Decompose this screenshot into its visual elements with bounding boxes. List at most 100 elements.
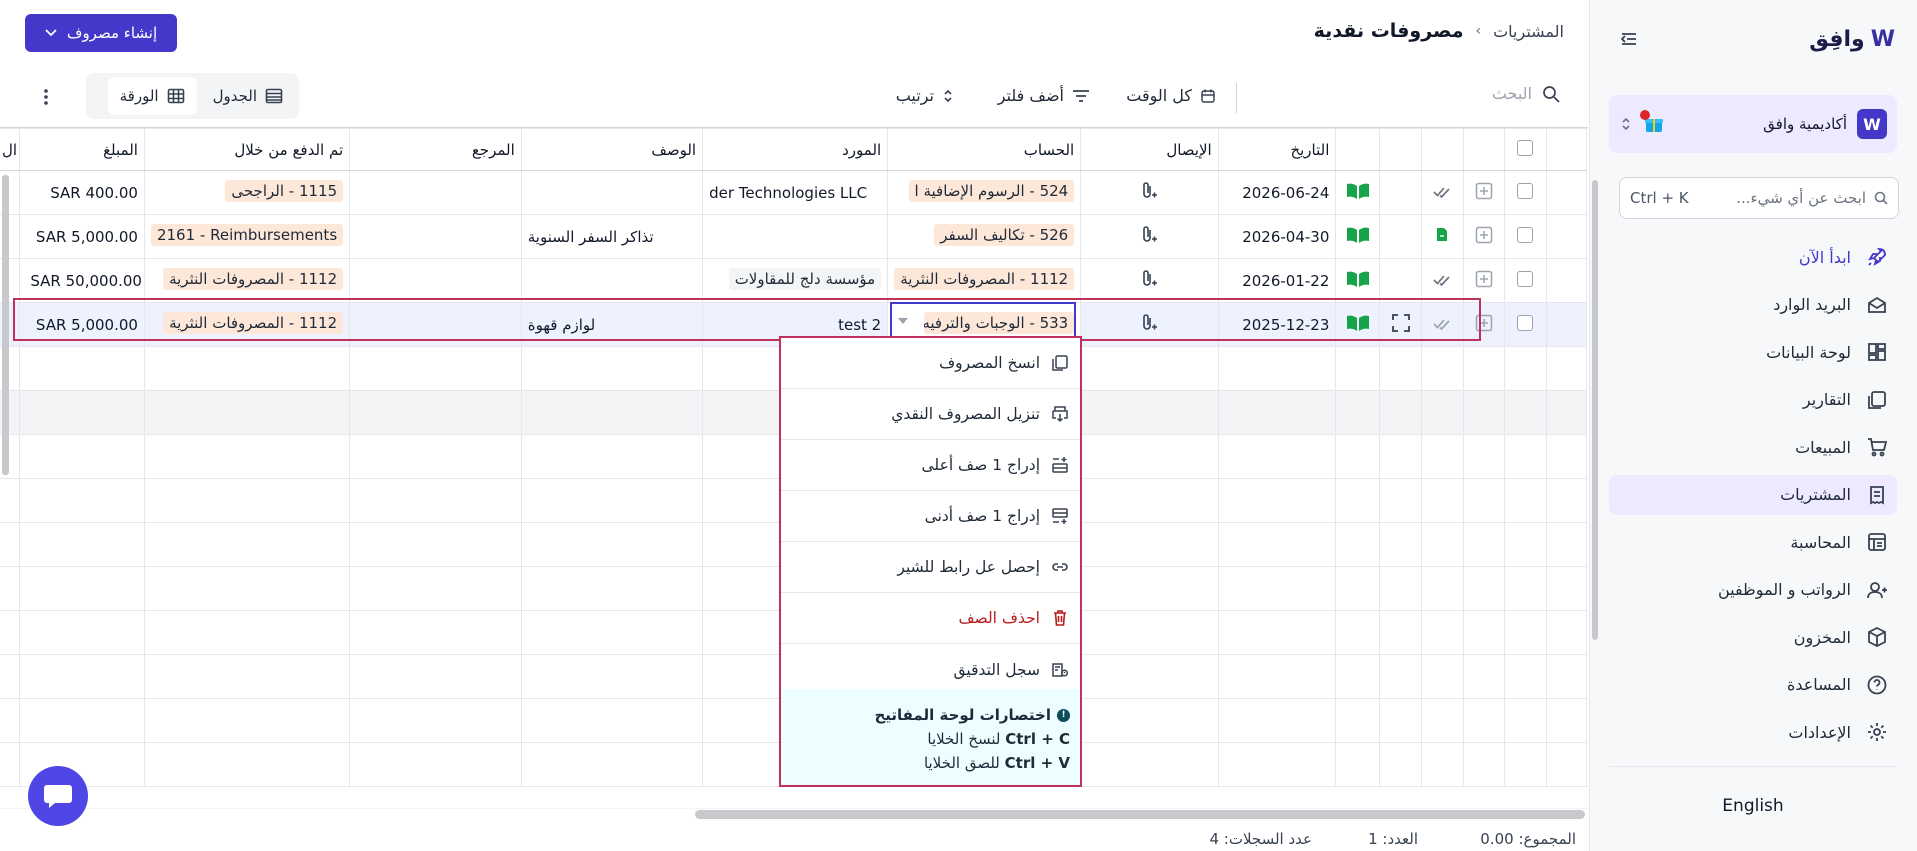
- cell-account[interactable]: 524 - الرسوم الإضافية ا: [887, 170, 1082, 215]
- cell-select[interactable]: [1504, 170, 1547, 215]
- cell-select[interactable]: [1504, 258, 1547, 303]
- view-table-button[interactable]: الجدول: [201, 77, 295, 115]
- horizontal-scrollbar[interactable]: [695, 810, 1585, 819]
- column-header-account[interactable]: الحساب: [887, 128, 1082, 171]
- sidebar-item-accounting[interactable]: المحاسبة: [1609, 522, 1897, 562]
- table-search[interactable]: البحث: [1492, 84, 1560, 103]
- cell-select[interactable]: [1504, 302, 1547, 347]
- create-expense-button[interactable]: إنشاء مصروف: [25, 14, 177, 52]
- row-checkbox[interactable]: [1517, 226, 1534, 243]
- expand-icon[interactable]: [1391, 313, 1410, 332]
- cell-amount[interactable]: SAR 5,000.00: [19, 302, 145, 347]
- menu-item-audit-log[interactable]: سجل التدقيق: [781, 644, 1080, 695]
- cell-approve[interactable]: [1421, 258, 1464, 303]
- cell-reference[interactable]: [349, 214, 522, 259]
- column-header-date[interactable]: التاريخ: [1217, 128, 1337, 171]
- cell-add[interactable]: [1462, 258, 1506, 303]
- cell-paid-through[interactable]: 1112 - المصروفات النثرية: [143, 258, 351, 303]
- column-header-receipt[interactable]: الإيصال: [1080, 128, 1219, 171]
- double-check-icon[interactable]: [1433, 274, 1451, 286]
- sidebar-item-help[interactable]: المساعدة: [1609, 665, 1897, 705]
- menu-item-insert-above[interactable]: إدراج 1 صف أعلى: [781, 440, 1080, 491]
- cell-paid-through[interactable]: 2161 - Reimbursements: [143, 214, 351, 259]
- cell-date[interactable]: 2026-01-22: [1217, 258, 1337, 303]
- cell-vendor[interactable]: مؤسسة دلج للمقاولات: [702, 258, 889, 303]
- language-switch[interactable]: English: [1589, 796, 1917, 816]
- dropdown-arrow-icon[interactable]: [898, 317, 909, 324]
- sidebar-item-payroll[interactable]: الرواتب و الموظفين: [1609, 570, 1897, 610]
- add-row-icon[interactable]: [1475, 182, 1493, 200]
- cell-approve[interactable]: [1421, 214, 1464, 259]
- cell-description[interactable]: لوازم قهوة: [520, 302, 704, 347]
- global-search[interactable]: ابحث عن أي شيء... Ctrl + K: [1619, 177, 1899, 219]
- sidebar-item-inbox[interactable]: البريد الوارد: [1609, 285, 1897, 325]
- table-row[interactable]: SAR 5,000.00 2161 - Reimbursements تذاكر…: [0, 214, 1587, 259]
- sidebar-item-reports[interactable]: التقارير: [1609, 380, 1897, 420]
- cell-date[interactable]: 2026-04-30: [1217, 214, 1337, 259]
- cell-paid-through[interactable]: 1115 - الراجحى: [143, 170, 351, 215]
- menu-item-download-expense[interactable]: تنزيل المصروف النقدي: [781, 389, 1080, 440]
- column-header-reference[interactable]: المرجع: [349, 128, 522, 171]
- attach-receipt-icon[interactable]: [1140, 269, 1158, 289]
- cell-amount[interactable]: SAR 50,000.00: [19, 258, 145, 303]
- sort-button[interactable]: ترتيب: [896, 86, 954, 105]
- cell-date[interactable]: 2026-06-24: [1217, 170, 1337, 215]
- attach-receipt-icon[interactable]: [1140, 313, 1158, 333]
- cell-account[interactable]: 526 - تكاليف السفر: [887, 214, 1082, 259]
- cell-reference[interactable]: [349, 258, 522, 303]
- cell-reference[interactable]: [349, 302, 522, 347]
- breadcrumb-parent[interactable]: المشتريات: [1493, 22, 1564, 41]
- cell-select[interactable]: [1504, 214, 1547, 259]
- column-header-paid-through[interactable]: تم الدفع من خلال: [143, 128, 351, 171]
- chat-widget-button[interactable]: [28, 766, 88, 826]
- column-header-vendor[interactable]: المورد: [702, 128, 889, 171]
- add-row-icon[interactable]: [1475, 314, 1493, 332]
- column-header-description[interactable]: الوصف: [520, 128, 704, 171]
- table-row[interactable]: SAR 50,000.00 1112 - المصروفات النثرية م…: [0, 258, 1587, 303]
- menu-item-share-link[interactable]: إحصل عل رابط للشير: [781, 542, 1080, 593]
- cell-receipt[interactable]: [1080, 214, 1219, 259]
- cell-description[interactable]: تذاكر السفر السنوية: [520, 214, 704, 259]
- view-sheet-button[interactable]: الورقة: [107, 77, 197, 115]
- logo[interactable]: W وافِق: [1809, 24, 1895, 54]
- add-filter-button[interactable]: أضف فلتر: [998, 86, 1090, 105]
- column-header-amount[interactable]: المبلغ: [19, 128, 145, 171]
- cell-description[interactable]: [520, 170, 704, 215]
- cell-description[interactable]: [520, 258, 704, 303]
- cell-add[interactable]: [1462, 214, 1506, 259]
- cell-expand[interactable]: [1379, 302, 1422, 347]
- menu-item-copy-expense[interactable]: انسخ المصروف: [781, 338, 1080, 389]
- select-all-checkbox[interactable]: [1517, 139, 1534, 156]
- cell-approve[interactable]: [1421, 170, 1464, 215]
- attach-receipt-icon[interactable]: [1140, 225, 1158, 245]
- cell-receipt[interactable]: [1080, 302, 1219, 347]
- cell-receipt[interactable]: [1080, 258, 1219, 303]
- cell-add[interactable]: [1462, 170, 1506, 215]
- sidebar-item-sales[interactable]: المبيعات: [1609, 427, 1897, 467]
- row-checkbox[interactable]: [1517, 270, 1534, 287]
- cell-amount[interactable]: SAR 5,000.00: [19, 214, 145, 259]
- time-filter-button[interactable]: كل الوقت: [1126, 86, 1216, 105]
- sidebar-item-get-started[interactable]: ابدأ الآن: [1609, 237, 1897, 277]
- menu-item-insert-below[interactable]: إدراج 1 صف أدنى: [781, 491, 1080, 542]
- column-header-next[interactable]: ال: [0, 128, 21, 171]
- cell-add[interactable]: [1462, 302, 1506, 347]
- cell-amount[interactable]: SAR 400.00: [19, 170, 145, 215]
- menu-item-delete-row[interactable]: احذف الصف: [781, 593, 1080, 644]
- table-row[interactable]: SAR 400.00 1115 - الراجحى der Technologi…: [0, 170, 1587, 215]
- vertical-scrollbar[interactable]: [1592, 180, 1598, 640]
- cell-reference[interactable]: [349, 170, 522, 215]
- cell-date[interactable]: 2025-12-23: [1217, 302, 1337, 347]
- cell-account[interactable]: 1112 - المصروفات النثرية: [887, 258, 1082, 303]
- sidebar-item-dashboard[interactable]: لوحة البيانات: [1609, 332, 1897, 372]
- select-all-cell[interactable]: [1504, 128, 1547, 171]
- add-row-icon[interactable]: [1475, 270, 1493, 288]
- cell-paid-through[interactable]: 1112 - المصروفات النثرية: [143, 302, 351, 347]
- gift-icon[interactable]: [1640, 110, 1665, 135]
- row-checkbox[interactable]: [1517, 182, 1534, 199]
- sidebar-item-settings[interactable]: الإعدادات: [1609, 712, 1897, 752]
- cell-vendor[interactable]: [702, 214, 889, 259]
- more-options-icon[interactable]: [34, 85, 58, 109]
- sidebar-item-purchases[interactable]: المشتريات: [1609, 474, 1897, 515]
- attach-receipt-icon[interactable]: [1140, 181, 1158, 201]
